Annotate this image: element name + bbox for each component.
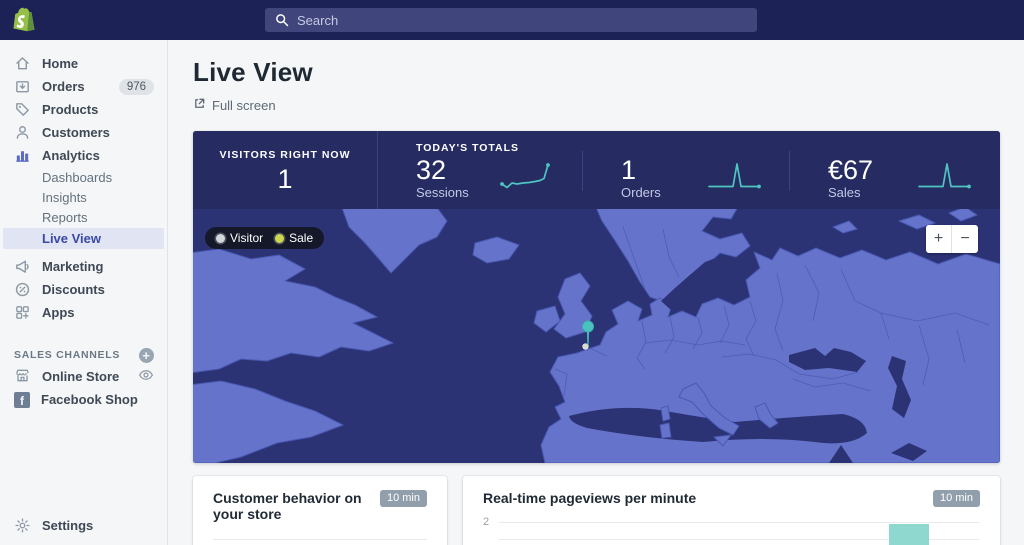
bottom-cards-row: Customer behavior on your store 10 min R…	[193, 476, 1000, 545]
subitem-label: Insights	[42, 189, 87, 205]
sales-channels-heading: SALES CHANNELS +	[0, 345, 167, 365]
gear-icon	[14, 517, 31, 534]
subitem-label: Dashboards	[42, 169, 113, 185]
sales-channels-label: SALES CHANNELS	[14, 349, 121, 361]
visitors-label: VISITORS RIGHT NOW	[219, 149, 351, 161]
live-view-panel: VISITORS RIGHT NOW 1 TODAY'S TOTALS 32 S…	[193, 131, 1000, 463]
apps-grid-icon	[14, 304, 31, 321]
customer-behavior-card: Customer behavior on your store 10 min	[193, 476, 447, 545]
sales-label: Sales	[828, 185, 861, 200]
sidebar-item-marketing[interactable]: Marketing	[0, 255, 167, 278]
sessions-label: Sessions	[416, 185, 469, 200]
sidebar-item-label: Apps	[42, 305, 75, 320]
full-screen-link[interactable]: Full screen	[193, 97, 276, 113]
orders-stat: 1 Orders	[583, 131, 790, 209]
legend-visitor-label: Visitor	[230, 231, 264, 245]
subitem-label: Live View	[42, 231, 102, 246]
sales-value: €67	[828, 155, 874, 185]
home-icon	[14, 55, 31, 72]
shopify-logo-icon[interactable]	[13, 7, 37, 33]
search-placeholder: Search	[297, 12, 339, 28]
sidebar-subitem-dashboards[interactable]: Dashboards	[0, 167, 167, 187]
tag-icon	[14, 101, 31, 118]
sales-stat: €67 Sales	[790, 131, 1000, 209]
live-visitors-map[interactable]: Visitor Sale + −	[193, 209, 1000, 463]
sidebar-item-label: Products	[42, 102, 99, 117]
sidebar-item-label: Customers	[42, 125, 110, 140]
sessions-stat: TODAY'S TOTALS 32 Sessions	[378, 131, 583, 209]
sidebar-item-customers[interactable]: Customers	[0, 121, 167, 144]
sessions-sparkline	[500, 163, 550, 189]
subitem-label: Reports	[42, 209, 88, 225]
sale-dot-icon	[275, 233, 285, 243]
sidebar-item-label: Home	[42, 56, 79, 71]
sidebar-subitem-insights[interactable]: Insights	[0, 187, 167, 207]
facebook-icon: f	[14, 391, 30, 408]
full-screen-label: Full screen	[212, 97, 276, 113]
discount-percent-icon	[14, 281, 31, 298]
sidebar-item-analytics[interactable]: Analytics	[0, 144, 167, 167]
sidebar-nav: Home Orders 976 Products Customers Analy…	[0, 40, 168, 545]
pageviews-bar	[889, 524, 929, 545]
sidebar-item-orders[interactable]: Orders 976	[0, 75, 167, 98]
storefront-icon	[14, 367, 31, 387]
visitors-value: 1	[277, 164, 293, 194]
sidebar-subitem-reports[interactable]: Reports	[0, 207, 167, 227]
card-title: Customer behavior on your store	[213, 490, 362, 522]
orders-label: Orders	[621, 185, 661, 200]
realtime-pageviews-card: Real-time pageviews per minute 10 min 2	[463, 476, 1000, 545]
gridline	[499, 522, 980, 523]
settings-label: Settings	[42, 518, 94, 533]
sidebar-item-settings[interactable]: Settings	[0, 517, 167, 534]
legend-visitor: Visitor	[216, 231, 263, 245]
card-title: Real-time pageviews per minute	[483, 490, 697, 506]
sessions-value: 32	[416, 155, 447, 185]
map-zoom-control: + −	[926, 225, 978, 253]
chart-gridline	[213, 539, 427, 540]
time-range-badge: 10 min	[932, 490, 980, 507]
todays-totals-label: TODAY'S TOTALS	[416, 142, 520, 154]
orders-icon	[14, 78, 31, 95]
legend-sale-label: Sale	[289, 231, 314, 245]
sidebar-item-label: Discounts	[42, 282, 105, 297]
search-input[interactable]: Search	[265, 8, 757, 32]
visitor-dot-icon	[216, 233, 225, 243]
map-zoom-out-button[interactable]: −	[952, 225, 978, 253]
realtime-pageviews-chart: 2	[483, 517, 980, 545]
map-legend: Visitor Sale	[205, 227, 325, 249]
person-icon	[14, 124, 31, 141]
page-title: Live View	[193, 57, 313, 87]
legend-sale: Sale	[275, 231, 313, 245]
time-range-badge: 10 min	[379, 490, 427, 507]
sidebar-item-label: Marketing	[42, 259, 104, 274]
sales-sparkline	[918, 163, 971, 189]
sidebar-item-label: Analytics	[42, 148, 100, 163]
visitors-right-now-stat: VISITORS RIGHT NOW 1	[193, 131, 378, 209]
sidebar-item-label: Orders	[42, 79, 85, 94]
orders-value: 1	[621, 155, 637, 185]
sidebar-subitem-live-view[interactable]: Live View	[3, 228, 164, 249]
sidebar-item-facebook-shop[interactable]: f Facebook Shop	[0, 388, 167, 411]
sidebar-item-home[interactable]: Home	[0, 52, 167, 75]
map-zoom-in-button[interactable]: +	[926, 225, 952, 253]
orders-sparkline	[708, 163, 761, 189]
top-bar: Search	[0, 0, 1024, 40]
sidebar-item-apps[interactable]: Apps	[0, 301, 167, 324]
search-icon	[276, 14, 289, 27]
megaphone-icon	[14, 258, 31, 275]
main-content: Live View Full screen VISITORS RIGHT NOW…	[168, 40, 1024, 545]
live-stats-bar: VISITORS RIGHT NOW 1 TODAY'S TOTALS 32 S…	[193, 131, 1000, 209]
eye-icon[interactable]	[138, 367, 154, 386]
sidebar-item-discounts[interactable]: Discounts	[0, 278, 167, 301]
orders-count-badge: 976	[118, 78, 154, 95]
analytics-bar-chart-icon	[14, 147, 31, 164]
channel-label: Online Store	[42, 369, 120, 384]
sidebar-item-online-store[interactable]: Online Store	[0, 365, 167, 388]
external-link-icon	[193, 97, 206, 113]
shopify-admin: Search Home Orders 976 Products Customer…	[0, 0, 1024, 545]
y-axis-tick: 2	[483, 516, 490, 528]
add-sales-channel-button[interactable]: +	[139, 347, 154, 363]
sidebar-item-products[interactable]: Products	[0, 98, 167, 121]
channel-label: Facebook Shop	[41, 392, 138, 407]
